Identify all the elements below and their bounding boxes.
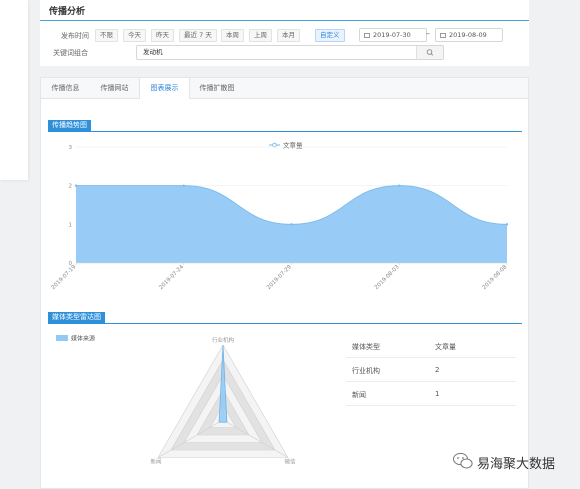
y-tick-label: 1: [69, 222, 73, 228]
tab-spread-info[interactable]: 传播信息: [41, 78, 90, 98]
trend-legend[interactable]: 文章量: [269, 141, 303, 150]
media-type-table: 媒体类型 文章量 行业机构 2 新闻 1: [346, 334, 516, 406]
time-chip-today[interactable]: 今天: [123, 29, 146, 42]
time-chip-last-week[interactable]: 上周: [249, 29, 272, 42]
radar-section-line: [48, 323, 522, 324]
left-side-panel: [0, 0, 28, 180]
calendar-icon: [440, 32, 446, 38]
table-header-media-type: 媒体类型: [352, 343, 380, 351]
radar-axis-label: 行业机构: [212, 336, 235, 344]
publish-time-label: 发布时间: [61, 32, 89, 40]
table-row: 行业机构 2: [346, 358, 516, 382]
radar-section-title: 媒体类型雷达图: [48, 312, 105, 323]
date-separator: –: [426, 29, 430, 38]
tab-charts[interactable]: 图表展示: [139, 78, 190, 99]
radar-legend[interactable]: 媒体来源: [56, 334, 95, 342]
radar-legend-swatch: [56, 335, 68, 341]
data-point[interactable]: [74, 184, 78, 187]
data-point[interactable]: [290, 223, 293, 226]
search-icon: [426, 49, 434, 56]
table-header-article-count: 文章量: [435, 343, 456, 351]
table-cell-media-type: 新闻: [352, 391, 366, 399]
results-card: 传播信息 传播网站 图表展示 传播扩散图 传播趋势图 文章量 0 1 2 3 2019-…: [40, 77, 529, 489]
x-tick-label: 2019-08-03: [374, 264, 401, 291]
time-chip-last7[interactable]: 最近 7 天: [179, 29, 217, 42]
keyword-label: 关键词组合: [53, 49, 88, 57]
data-point[interactable]: [398, 184, 401, 187]
trend-section-title: 传播趋势图: [48, 120, 91, 131]
x-tick-label: 2019-07-19: [51, 264, 78, 291]
trend-section-line: [48, 131, 522, 132]
date-start-field[interactable]: 2019-07-30: [359, 28, 427, 42]
keyword-input-value: 发动机: [143, 48, 163, 56]
time-chip-yesterday[interactable]: 昨天: [151, 29, 174, 42]
table-header-row: 媒体类型 文章量: [346, 334, 516, 358]
data-point[interactable]: [182, 184, 185, 187]
calendar-icon: [364, 32, 370, 38]
keyword-input[interactable]: 发动机: [136, 45, 444, 60]
y-tick-label: 3: [69, 145, 73, 151]
trend-chart: 文章量 01232019-07-19 2019-07-24 2019-07-29 20…: [51, 141, 509, 292]
page-title: 传播分析: [49, 7, 86, 17]
time-chip-any[interactable]: 不限: [95, 29, 118, 42]
trend-legend-label: 文章量: [283, 141, 303, 150]
wechat-icon: [453, 452, 473, 469]
watermark: 易海聚大数据: [452, 451, 580, 475]
date-end-value: 2019-08-09: [449, 31, 487, 39]
tab-spread-graph[interactable]: 传播扩散图: [188, 78, 246, 98]
search-button[interactable]: [416, 46, 443, 59]
watermark-text: 易海聚大数据: [477, 457, 556, 472]
table-cell-count: 2: [435, 366, 440, 374]
radar-axis-label: 微信: [284, 458, 296, 466]
x-tick-label: 2019-07-29: [266, 264, 293, 291]
date-end-field[interactable]: 2019-08-09: [435, 28, 503, 42]
x-tick-label: 2019-08-08: [482, 264, 509, 291]
date-start-value: 2019-07-30: [373, 31, 411, 39]
tab-spread-sites[interactable]: 传播网站: [90, 78, 139, 98]
time-chip-custom[interactable]: 自定义: [315, 29, 345, 42]
time-chip-this-week[interactable]: 本周: [221, 29, 244, 42]
filter-card: 传播分析 发布时间 不限 今天 昨天 最近 7 天 本周 上周 本月 自定义 2…: [40, 0, 529, 66]
data-point[interactable]: [505, 223, 509, 226]
y-tick-label: 2: [69, 184, 73, 190]
table-row: 新闻 1: [346, 382, 516, 406]
radar-axis-label: 新闻: [151, 458, 162, 466]
radar-chart: 媒体来源 行业机构微信 新闻: [56, 334, 296, 466]
radar-legend-label: 媒体来源: [71, 334, 95, 342]
table-cell-media-type: 行业机构: [352, 367, 380, 375]
tab-bar: 传播信息 传播网站 图表展示 传播扩散图: [41, 78, 528, 99]
time-chip-this-month[interactable]: 本月: [277, 29, 300, 42]
x-tick-label: 2019-07-24: [158, 264, 185, 291]
table-cell-count: 1: [435, 390, 440, 398]
title-divider: [40, 20, 529, 21]
